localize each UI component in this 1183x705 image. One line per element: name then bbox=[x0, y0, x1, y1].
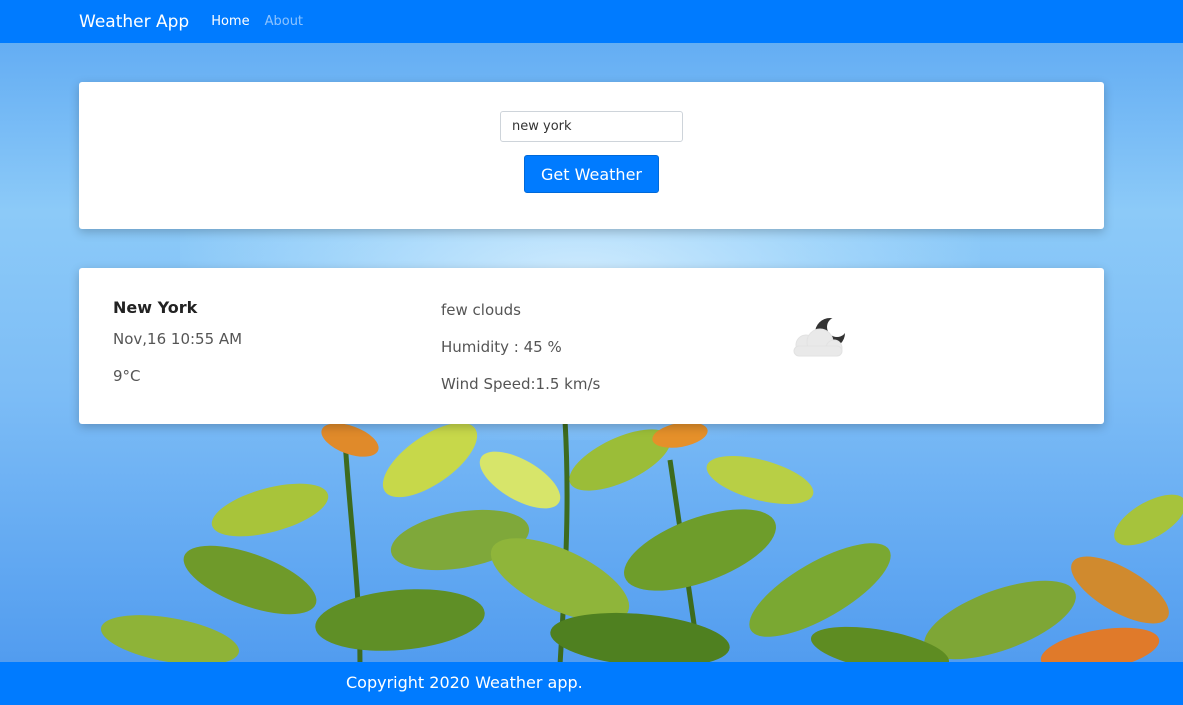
search-card: Get Weather bbox=[79, 82, 1104, 229]
nav-link-about[interactable]: About bbox=[265, 14, 303, 29]
temperature: 9°C bbox=[113, 367, 141, 385]
city-name: New York bbox=[113, 298, 198, 317]
get-weather-button[interactable]: Get Weather bbox=[524, 155, 659, 193]
weather-card: New York Nov,16 10:55 AM 9°C few clouds … bbox=[79, 268, 1104, 424]
foliage-background-image bbox=[100, 420, 1183, 665]
footer: Copyright 2020 Weather app. bbox=[0, 662, 1183, 705]
city-search-input[interactable] bbox=[500, 111, 683, 142]
navbar: Weather App Home About bbox=[0, 0, 1183, 43]
weather-description: few clouds bbox=[441, 301, 521, 319]
humidity: Humidity : 45 % bbox=[441, 338, 562, 356]
brand-logo[interactable]: Weather App bbox=[79, 12, 189, 32]
copyright-text: Copyright 2020 Weather app. bbox=[346, 673, 583, 692]
wind-speed: Wind Speed:1.5 km/s bbox=[441, 375, 601, 393]
date-time: Nov,16 10:55 AM bbox=[113, 330, 243, 348]
nav-link-home[interactable]: Home bbox=[211, 14, 249, 29]
cloud-moon-icon bbox=[793, 318, 847, 357]
